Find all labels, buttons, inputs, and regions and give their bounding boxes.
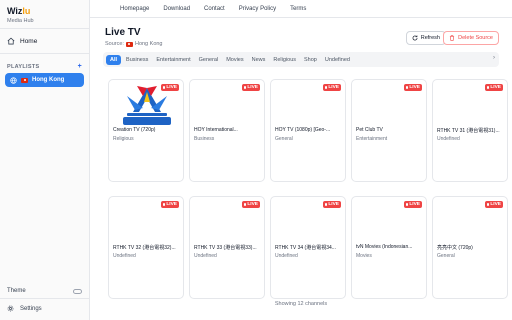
live-badge: LIVE — [241, 84, 260, 91]
channel-grid: LIVE Creation TV (720p) Religious LIVE H… — [90, 67, 512, 299]
channel-card[interactable]: LIVE tvN Movies (Indonesian... Movies — [351, 196, 427, 299]
main-content: Homepage Download Contact Privacy Policy… — [90, 0, 512, 320]
channel-name: 亮亮中文 (720p) — [437, 245, 473, 251]
live-badge: LIVE — [484, 201, 503, 208]
sidebar-item-settings[interactable]: Settings — [0, 298, 89, 320]
channel-name: HOY International... — [194, 127, 238, 133]
refresh-label: Refresh — [420, 35, 440, 41]
category-tab-news[interactable]: News — [249, 55, 269, 65]
channel-name: Creation TV (720p) — [113, 127, 156, 133]
topnav-link-terms[interactable]: Terms — [283, 6, 313, 12]
channel-card[interactable]: LIVE RTHK TV 32 (港台電視32)... Undefined — [108, 196, 184, 299]
category-tab-all[interactable]: All — [106, 54, 122, 65]
sidebar-item-home[interactable]: Home — [0, 33, 89, 49]
channel-card[interactable]: LIVE RTHK TV 34 (港台電視34... Undefined — [270, 196, 346, 299]
channel-category: General — [275, 136, 293, 142]
channel-card[interactable]: LIVE RTHK TV 33 (港台電視33)... Undefined — [189, 196, 265, 299]
channel-category: Undefined — [275, 253, 298, 259]
channel-name: RTHK TV 32 (港台電視32)... — [113, 245, 176, 251]
live-badge: LIVE — [241, 201, 260, 208]
live-badge: LIVE — [160, 201, 179, 208]
gear-icon — [7, 305, 14, 312]
category-filter-bar: All Business Entertainment General Movie… — [103, 52, 499, 67]
channel-card[interactable]: LIVE Creation TV (720p) Religious — [108, 79, 184, 182]
topnav-link-contact[interactable]: Contact — [197, 6, 232, 12]
category-tab-shop[interactable]: Shop — [301, 55, 320, 65]
playlist-label: Hong Kong — [32, 77, 65, 83]
playlists-header: PLAYLISTS + — [0, 58, 89, 73]
topnav-link-homepage[interactable]: Homepage — [90, 6, 156, 12]
sidebar-item-home-label: Home — [20, 37, 38, 45]
page-header: Live TV Source: Hong Kong Refresh Delete… — [90, 18, 512, 52]
live-badge: LIVE — [403, 84, 422, 91]
category-tab-religious[interactable]: Religious — [270, 55, 299, 65]
live-badge: LIVE — [484, 84, 503, 91]
category-tab-general[interactable]: General — [196, 55, 222, 65]
topnav-link-privacy-policy[interactable]: Privacy Policy — [232, 6, 283, 12]
channel-card[interactable]: LIVE HOY International... Business — [189, 79, 265, 182]
brand-name-suffix: lu — [22, 6, 31, 16]
live-badge: LIVE — [322, 201, 341, 208]
sidebar-item-hong-kong[interactable]: Hong Kong — [5, 73, 84, 87]
channel-category: Business — [194, 136, 215, 142]
brand-title[interactable]: Wizlu — [7, 6, 82, 16]
live-badge: LIVE — [322, 84, 341, 91]
add-playlist-button[interactable]: + — [78, 63, 82, 70]
channel-category: Undefined — [437, 136, 460, 142]
hong-kong-flag-icon — [125, 41, 133, 47]
theme-row: Theme — [0, 284, 89, 298]
trash-icon — [450, 35, 455, 41]
refresh-icon — [412, 35, 418, 41]
sidebar: Wizlu Media Hub Home PLAYLISTS + Hong Ko… — [0, 0, 90, 320]
globe-icon — [10, 76, 17, 84]
channel-name: RTHK TV 34 (港台電視34... — [275, 245, 336, 251]
category-tab-entertainment[interactable]: Entertainment — [153, 55, 193, 65]
topnav-link-download[interactable]: Download — [156, 6, 197, 12]
channel-category: Entertainment — [356, 136, 388, 142]
source-name: Hong Kong — [134, 41, 163, 47]
playlists-heading: PLAYLISTS — [7, 63, 40, 70]
sidebar-divider — [0, 28, 89, 29]
channel-category: Undefined — [194, 253, 217, 259]
channel-card[interactable]: LIVE 亮亮中文 (720p) General — [432, 196, 508, 299]
brand: Wizlu Media Hub — [0, 0, 89, 24]
channel-category: Religious — [113, 136, 134, 142]
channel-card[interactable]: LIVE HOY TV (1080p) [Geo-... General — [270, 79, 346, 182]
chevron-right-icon[interactable]: › — [493, 55, 495, 61]
delete-source-button[interactable]: Delete Source — [443, 31, 499, 45]
theme-label: Theme — [7, 288, 26, 294]
settings-label: Settings — [20, 305, 42, 312]
refresh-button[interactable]: Refresh — [405, 31, 446, 45]
channel-name: tvN Movies (Indonesian... — [356, 244, 413, 250]
sidebar-divider — [0, 53, 89, 54]
theme-toggle[interactable] — [73, 288, 82, 294]
top-navigation: Homepage Download Contact Privacy Policy… — [90, 0, 512, 18]
delete-source-label: Delete Source — [458, 35, 493, 41]
brand-subtitle: Media Hub — [7, 18, 34, 24]
channel-card[interactable]: LIVE RTHK TV 31 (港台電視31)... Undefined — [432, 79, 508, 182]
sidebar-bottom: Theme Settings — [0, 284, 89, 320]
live-badge: LIVE — [403, 201, 422, 208]
category-tab-undefined[interactable]: Undefined — [322, 55, 353, 65]
channel-category: Movies — [356, 253, 372, 259]
source-prefix: Source: — [105, 41, 124, 47]
channel-name: HOY TV (1080p) [Geo-... — [275, 127, 331, 133]
category-tab-movies[interactable]: Movies — [223, 55, 246, 65]
app-root: Wizlu Media Hub Home PLAYLISTS + Hong Ko… — [0, 0, 512, 320]
home-icon — [7, 37, 15, 45]
channel-category: General — [437, 253, 455, 259]
channel-name: Pet Club TV — [356, 127, 383, 133]
channel-name: RTHK TV 31 (港台電視31)... — [437, 128, 500, 134]
category-tab-business[interactable]: Business — [123, 55, 151, 65]
live-badge: LIVE — [160, 84, 179, 91]
channel-category: Undefined — [113, 253, 136, 259]
channel-card[interactable]: LIVE Pet Club TV Entertainment — [351, 79, 427, 182]
channel-count-status: Showing 12 channels — [274, 301, 328, 307]
hong-kong-flag-icon — [21, 77, 28, 83]
channel-name: RTHK TV 33 (港台電視33)... — [194, 245, 257, 251]
brand-name-prefix: Wiz — [7, 6, 23, 16]
